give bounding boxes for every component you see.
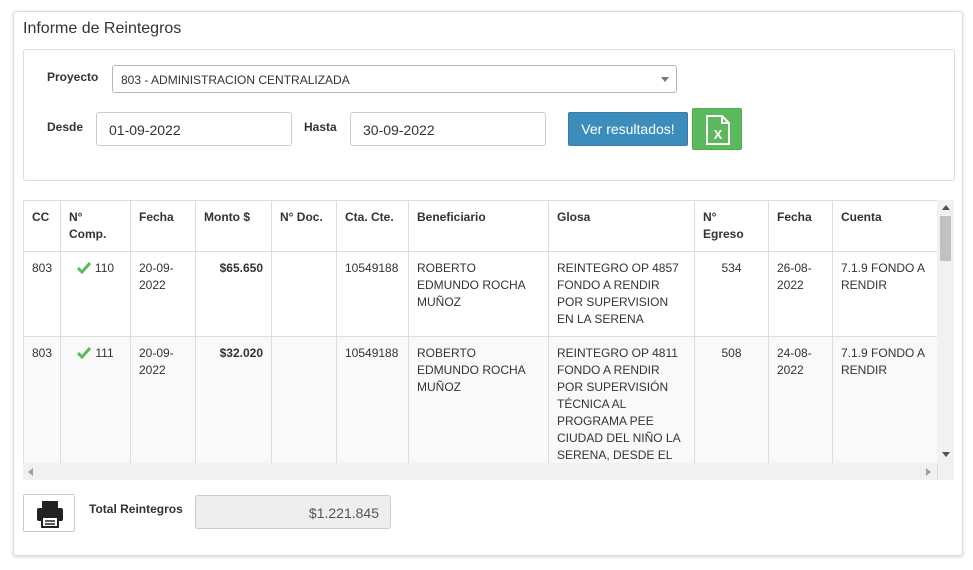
cell-cc: 803 [23,251,61,337]
cell-cta: 10549188 [336,251,409,337]
vertical-scroll-thumb[interactable] [940,216,951,261]
desde-input[interactable]: 01-09-2022 [96,112,292,146]
header-cuenta[interactable]: Cuenta [832,200,938,252]
print-button[interactable] [23,494,75,532]
cell-doc [271,336,337,480]
results-table-container[interactable]: CC N° Comp. Fecha Monto $ N° Doc. Cta. C… [23,200,954,480]
table-header-row: CC N° Comp. Fecha Monto $ N° Doc. Cta. C… [23,200,938,252]
header-comp[interactable]: N° Comp. [60,200,131,252]
table-row[interactable]: 803 110 20-09-2022 $65.650 10549188 ROBE… [23,251,938,337]
comp-number: 111 [95,346,114,360]
cell-beneficiario: ROBERTO EDMUNDO ROCHA MUÑOZ [408,336,549,480]
header-monto[interactable]: Monto $ [195,200,272,252]
cell-monto: $32.020 [195,336,272,480]
cell-fecha: 20-09-2022 [130,336,196,480]
cell-egreso: 534 [694,251,769,337]
header-beneficiario[interactable]: Beneficiario [408,200,549,252]
scroll-down-icon[interactable] [942,452,950,457]
results-table: CC N° Comp. Fecha Monto $ N° Doc. Cta. C… [23,200,938,480]
cell-cuenta: 7.1.9 FONDO A RENDIR [832,336,938,480]
cell-cc: 803 [23,336,61,480]
scroll-left-icon[interactable] [28,468,33,476]
chevron-down-icon [661,77,669,82]
cell-fecha-egreso: 26-08-2022 [768,251,833,337]
page-title: Informe de Reintegros [23,20,182,37]
cell-egreso: 508 [694,336,769,480]
excel-export-icon: X [706,115,730,145]
svg-text:X: X [714,127,723,142]
cell-fecha-egreso: 24-08-2022 [768,336,833,480]
check-icon [76,262,91,274]
header-doc[interactable]: N° Doc. [271,200,337,252]
cell-glosa: REINTEGRO OP 4857 FONDO A RENDIR POR SUP… [548,251,695,337]
horizontal-scrollbar[interactable] [23,463,937,480]
check-icon [77,347,92,359]
scroll-right-icon[interactable] [926,468,931,476]
table-row[interactable]: 803 111 20-09-2022 $32.020 10549188 ROBE… [23,336,938,480]
vertical-scrollbar[interactable] [937,200,954,463]
cell-doc [271,251,337,337]
header-cta[interactable]: Cta. Cte. [336,200,409,252]
hasta-input[interactable]: 30-09-2022 [350,112,546,146]
header-cc[interactable]: CC [23,200,61,252]
scroll-up-icon[interactable] [942,205,950,210]
reintegros-panel: Informe de Reintegros Proyecto 803 - ADM… [13,11,963,556]
header-egreso[interactable]: N° Egreso [694,200,769,252]
header-fecha[interactable]: Fecha [130,200,196,252]
comp-number: 110 [94,261,115,275]
proyecto-select-value: 803 - ADMINISTRACION CENTRALIZADA [121,73,350,87]
proyecto-label: Proyecto [47,70,99,84]
cell-cta: 10549188 [336,336,409,480]
desde-label: Desde [47,120,84,134]
cell-comp: 111 [60,336,131,480]
excel-export-button[interactable]: X [692,108,742,150]
cell-comp: 110 [60,251,131,337]
proyecto-select[interactable]: 803 - ADMINISTRACION CENTRALIZADA [112,65,677,93]
cell-glosa: REINTEGRO OP 4811 FONDO A RENDIR POR SUP… [548,336,695,480]
header-glosa[interactable]: Glosa [548,200,695,252]
printer-icon [37,501,63,528]
filter-box: Proyecto 803 - ADMINISTRACION CENTRALIZA… [23,49,955,181]
total-reintegros-label: Total Reintegros [89,502,183,516]
header-fecha-egreso[interactable]: Fecha [768,200,833,252]
cell-fecha: 20-09-2022 [130,251,196,337]
hasta-label: Hasta [304,120,337,134]
total-reintegros-value: $1.221.845 [195,495,391,529]
cell-cuenta: 7.1.9 FONDO A RENDIR [832,251,938,337]
ver-resultados-button[interactable]: Ver resultados! [568,112,688,146]
cell-monto: $65.650 [195,251,272,337]
cell-beneficiario: ROBERTO EDMUNDO ROCHA MUÑOZ [408,251,549,337]
